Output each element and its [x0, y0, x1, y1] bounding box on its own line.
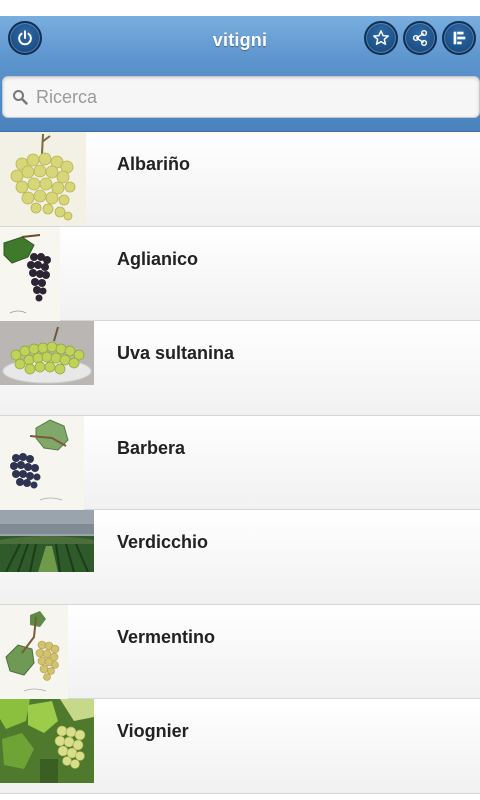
share-icon: [412, 29, 428, 47]
star-icon: [373, 30, 389, 46]
item-label: Viognier: [117, 721, 189, 741]
search-input[interactable]: [36, 86, 479, 108]
list-item[interactable]: Uva sultanina: [0, 321, 480, 416]
aglianico-thumbnail: [0, 226, 60, 321]
item-label: Verdicchio: [117, 532, 209, 552]
app-header: vitigni: [0, 16, 480, 132]
viognier-thumbnail: [0, 699, 94, 783]
grape-list: Albariño Aglianico Uva sultanina Barbera…: [0, 132, 480, 794]
albarino-thumbnail: [0, 132, 86, 226]
uva-sultanina-thumbnail: [0, 321, 94, 385]
vermentino-thumbnail: [0, 604, 68, 699]
verdicchio-thumbnail: [0, 510, 94, 572]
item-label: Vermentino: [117, 626, 216, 647]
item-label: Barbera: [117, 437, 186, 458]
item-label: Aglianico: [117, 248, 199, 269]
list-item[interactable]: Verdicchio: [0, 510, 480, 605]
barbera-thumbnail: [0, 415, 84, 510]
search-bar: [2, 76, 480, 118]
status-strip: [0, 0, 480, 16]
share-button[interactable]: [403, 21, 437, 55]
list-item[interactable]: Albariño: [0, 132, 480, 227]
favorite-button[interactable]: [364, 21, 398, 55]
list-item[interactable]: Viognier: [0, 699, 480, 794]
list-item[interactable]: Barbera: [0, 415, 480, 510]
item-label: Uva sultanina: [117, 343, 235, 363]
list-item[interactable]: Vermentino: [0, 604, 480, 699]
search-icon: [13, 90, 28, 105]
item-label: Albariño: [117, 154, 191, 174]
list-menu-icon: [453, 31, 466, 45]
menu-button[interactable]: [442, 21, 476, 55]
list-item[interactable]: Aglianico: [0, 226, 480, 321]
